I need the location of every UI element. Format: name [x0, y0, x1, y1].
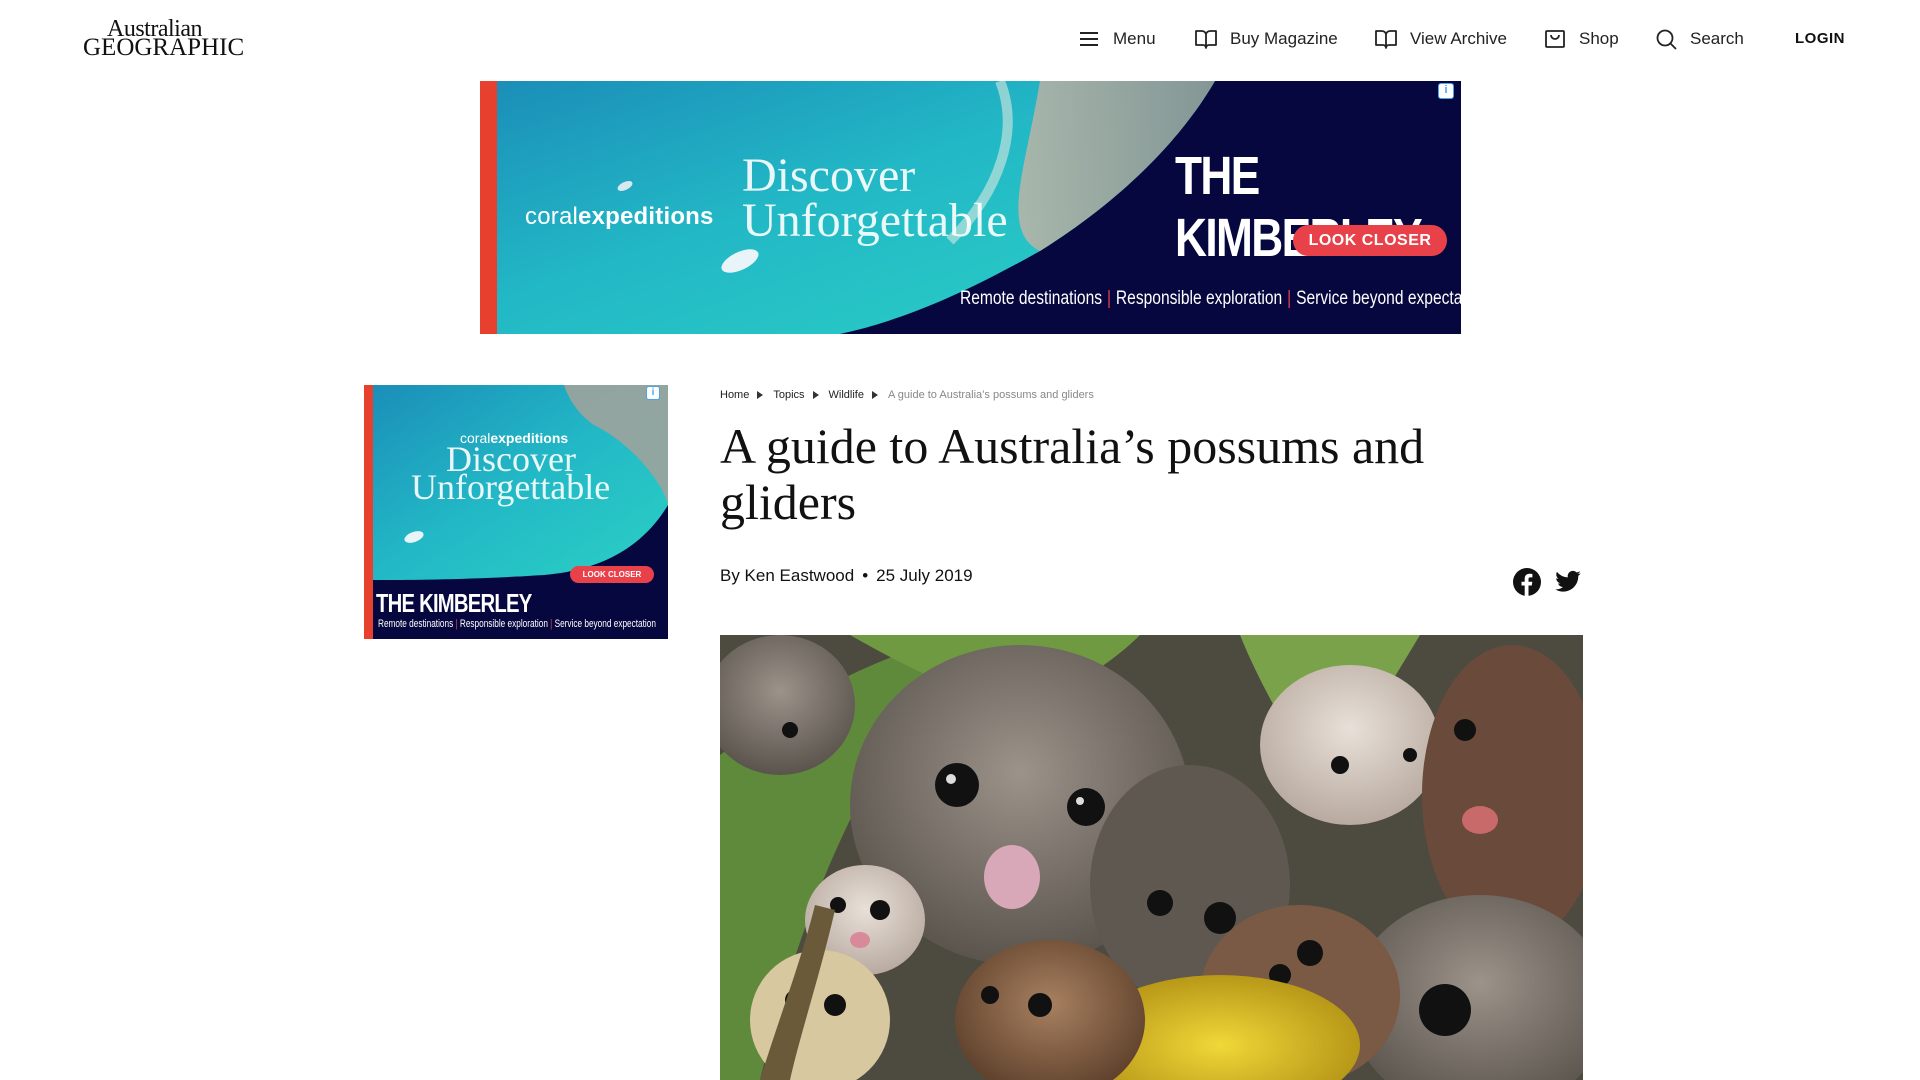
- ad-brand: coralexpeditions: [525, 203, 714, 230]
- facebook-icon[interactable]: [1513, 568, 1541, 596]
- view-archive-label: View Archive: [1410, 29, 1508, 48]
- search-button[interactable]: Search: [1654, 26, 1744, 52]
- buy-magazine-label: Buy Magazine: [1230, 29, 1338, 48]
- breadcrumb-current: A guide to Australia’s possums and glide…: [887, 389, 1094, 401]
- ad-red-strip: [364, 385, 373, 639]
- breadcrumb-arrow-icon: [757, 391, 764, 399]
- search-label: Search: [1690, 29, 1744, 48]
- menu-label: Menu: [1113, 29, 1156, 48]
- author[interactable]: By Ken Eastwood: [720, 566, 854, 585]
- possum-collage-image: [720, 635, 1583, 1080]
- ad-slogan-line2: Unforgettable: [742, 194, 1008, 247]
- ad-slogan: Discover Unforgettable: [411, 439, 611, 507]
- view-archive-link[interactable]: View Archive: [1374, 26, 1507, 52]
- shop-label: Shop: [1579, 29, 1619, 48]
- ad-tagline: Remote destinations | Responsible explorat…: [378, 618, 656, 630]
- breadcrumb-topics[interactable]: Topics: [773, 389, 804, 401]
- breadcrumb-arrow-icon: [812, 391, 819, 399]
- shop-icon: [1543, 27, 1567, 51]
- menu-button[interactable]: Menu: [1077, 26, 1156, 52]
- look-closer-button[interactable]: LOOK CLOSER: [1293, 225, 1447, 256]
- menu-icon: [1077, 27, 1101, 51]
- sidebar-ad[interactable]: i coralexpeditions Discover Unforgettable…: [364, 385, 668, 639]
- byline: By Ken Eastwood • 25 July 2019: [720, 566, 973, 585]
- banner-ad[interactable]: i coralexpeditions Discover Unforgettabl…: [480, 81, 1461, 334]
- publish-date: 25 July 2019: [876, 566, 973, 585]
- look-closer-button[interactable]: LOOK CLOSER: [570, 566, 654, 583]
- breadcrumb-home[interactable]: Home: [720, 389, 749, 401]
- adchoices-icon[interactable]: i: [1438, 83, 1454, 99]
- twitter-icon[interactable]: [1554, 568, 1582, 596]
- ad-red-strip: [480, 81, 497, 334]
- breadcrumb: Home Topics Wildlife A guide to Australi…: [720, 389, 1094, 401]
- shop-link[interactable]: Shop: [1543, 26, 1619, 52]
- breadcrumb-arrow-icon: [871, 391, 878, 399]
- hero-image: [720, 635, 1583, 1080]
- ad-tagline: Remote destinations | Responsible explorat…: [960, 288, 1461, 309]
- ad-slogan-line1: Discover: [742, 149, 916, 202]
- book-icon: [1374, 27, 1398, 51]
- ad-headline: THE KIMBERLEY: [376, 588, 532, 618]
- search-icon: [1654, 27, 1678, 51]
- login-link[interactable]: LOGIN: [1795, 30, 1845, 47]
- article-title: A guide to Australia’s possums and glide…: [720, 418, 1425, 530]
- buy-magazine-link[interactable]: Buy Magazine: [1194, 26, 1338, 52]
- adchoices-icon[interactable]: i: [646, 386, 660, 400]
- logo-line2: GEOGRAPHIC: [83, 34, 245, 61]
- book-icon: [1194, 27, 1218, 51]
- breadcrumb-wildlife[interactable]: Wildlife: [829, 389, 864, 401]
- site-logo[interactable]: Australian GEOGRAPHIC: [83, 14, 244, 61]
